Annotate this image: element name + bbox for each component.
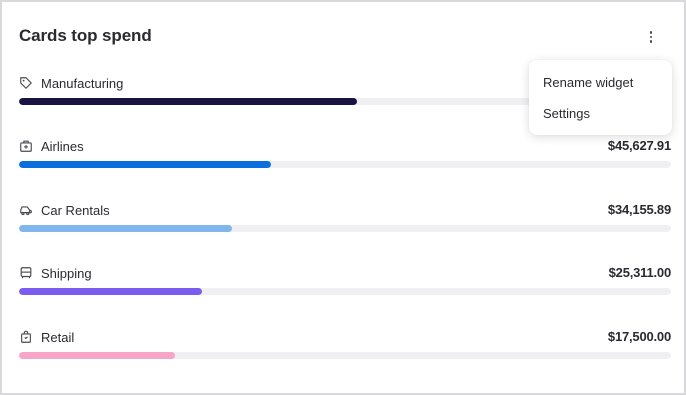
progress-track: [19, 352, 671, 359]
progress-track: [19, 225, 671, 232]
progress-fill: [19, 161, 272, 168]
widget-options-menu: Rename widget Settings: [529, 60, 672, 135]
more-vertical-icon[interactable]: [640, 26, 662, 48]
row-label: Manufacturing: [41, 75, 124, 91]
row-amount: $34,155.89: [607, 202, 671, 217]
menu-item-settings[interactable]: Settings: [529, 98, 672, 129]
row-amount: $25,311.00: [608, 265, 672, 280]
tag-icon: [19, 76, 33, 90]
progress-track: [19, 288, 671, 295]
spend-row-car-rentals: Car Rentals $34,155.89: [19, 201, 671, 241]
row-amount: $45,627.91: [607, 138, 671, 153]
progress-fill: [19, 225, 233, 232]
widget-title: Cards top spend: [19, 26, 152, 45]
truck-icon: [19, 266, 33, 280]
spend-row-shipping: Shipping $25,311.00: [19, 264, 671, 304]
progress-fill: [19, 98, 357, 105]
row-label: Car Rentals: [41, 202, 110, 218]
progress-fill: [19, 352, 176, 359]
widget-frame: Cards top spend Manufacturing Airlines $…: [0, 0, 686, 395]
row-label: Shipping: [41, 265, 92, 281]
row-amount: $17,500.00: [607, 329, 671, 344]
menu-item-rename-widget[interactable]: Rename widget: [529, 67, 672, 98]
row-label: Airlines: [41, 138, 84, 154]
spend-row-airlines: Airlines $45,627.91: [19, 137, 671, 177]
progress-track: [19, 161, 671, 168]
cards-top-spend-widget: Cards top spend Manufacturing Airlines $…: [4, 4, 686, 395]
row-label: Retail: [41, 329, 75, 345]
spend-row-retail: Retail $17,500.00: [19, 328, 671, 368]
shopping-bag-icon: [19, 330, 33, 344]
luggage-icon: [19, 139, 33, 153]
car-icon: [19, 203, 33, 217]
progress-fill: [19, 288, 203, 295]
